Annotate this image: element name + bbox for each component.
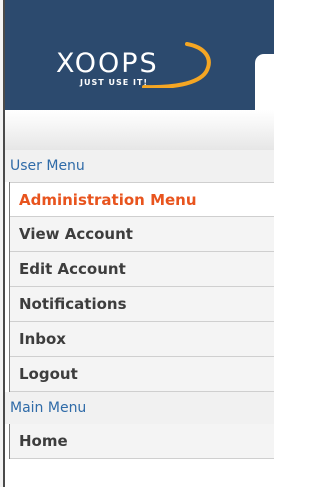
header-content-panel bbox=[255, 54, 274, 110]
main-menu-list: Home bbox=[9, 424, 274, 459]
logo-tagline: JUST USE IT! bbox=[80, 78, 149, 87]
menu-item-administration[interactable]: Administration Menu bbox=[10, 182, 274, 217]
menu-item-logout[interactable]: Logout bbox=[10, 357, 274, 392]
logo-text: XOOPS bbox=[56, 48, 159, 79]
menu-item-edit-account[interactable]: Edit Account bbox=[10, 252, 274, 287]
menu-item-view-account[interactable]: View Account bbox=[10, 217, 274, 252]
menu-item-home[interactable]: Home bbox=[10, 424, 274, 459]
header-band bbox=[5, 110, 274, 150]
main-menu-title: Main Menu bbox=[5, 392, 274, 424]
page-frame: XOOPS JUST USE IT! User Menu Administrat… bbox=[3, 0, 274, 487]
menu-item-notifications[interactable]: Notifications bbox=[10, 287, 274, 322]
site-header: XOOPS JUST USE IT! bbox=[5, 0, 274, 110]
user-menu-title: User Menu bbox=[5, 150, 274, 182]
menu-item-inbox[interactable]: Inbox bbox=[10, 322, 274, 357]
sidebar-menus: User Menu Administration Menu View Accou… bbox=[5, 150, 274, 459]
xoops-logo[interactable]: XOOPS JUST USE IT! bbox=[32, 38, 222, 88]
user-menu-list: Administration Menu View Account Edit Ac… bbox=[9, 182, 274, 392]
